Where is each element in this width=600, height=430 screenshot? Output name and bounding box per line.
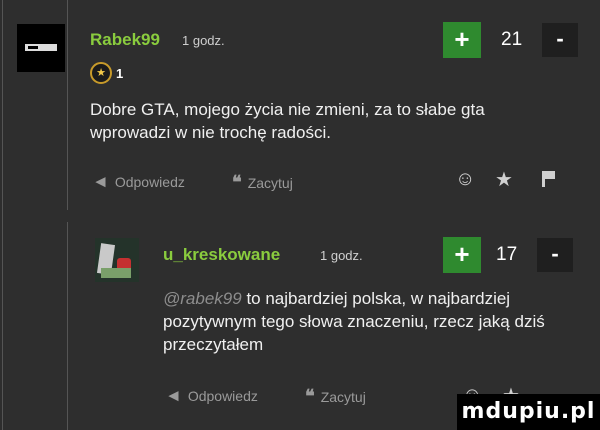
reply-button[interactable]: ◄ Odpowiedz — [165, 386, 258, 406]
username[interactable]: u_kreskowane — [163, 245, 280, 265]
reply-label: Odpowiedz — [187, 388, 258, 404]
star-icon[interactable]: ★ — [495, 167, 513, 192]
avatar-logo — [25, 44, 57, 51]
quote-label: Zacytuj — [320, 389, 366, 405]
timestamp: 1 godz. — [320, 248, 363, 263]
downvote-button[interactable]: - — [542, 23, 578, 57]
thread-line — [2, 0, 3, 430]
username[interactable]: Rabek99 — [90, 30, 160, 50]
badge-icon: ★ — [90, 62, 112, 84]
user-mention[interactable]: @rabek99 — [163, 289, 242, 308]
badge-count: 1 — [116, 66, 124, 81]
upvote-button[interactable]: + — [443, 237, 481, 273]
upvote-button[interactable]: + — [443, 22, 481, 58]
reply-label: Odpowiedz — [114, 174, 185, 190]
comment-text: Dobre GTA, mojego życia nie zmieni, za t… — [90, 100, 485, 142]
vote-count: 17 — [496, 244, 518, 265]
thread-line — [67, 222, 68, 430]
quote-button[interactable]: ❝ Zacytuj — [232, 172, 293, 193]
emoji-icon[interactable]: ☺ — [455, 168, 475, 191]
quote-label: Zacytuj — [247, 175, 293, 191]
quote-icon: ❝ — [305, 386, 315, 406]
reply-icon: ◄ — [92, 172, 109, 191]
comment-text: @rabek99 to najbardziej polska, w najbar… — [163, 287, 593, 356]
reply-button[interactable]: ◄ Odpowiedz — [92, 172, 185, 192]
timestamp: 1 godz. — [182, 33, 225, 48]
avatar[interactable] — [17, 24, 65, 72]
reply-icon: ◄ — [165, 386, 182, 405]
quote-icon: ❝ — [232, 172, 242, 192]
avatar[interactable] — [95, 238, 139, 282]
watermark: mdupiu.pl — [457, 394, 600, 430]
thread-line — [67, 0, 68, 210]
quote-button[interactable]: ❝ Zacytuj — [305, 386, 366, 407]
vote-count: 21 — [501, 29, 523, 50]
flag-icon[interactable] — [542, 171, 555, 187]
downvote-button[interactable]: - — [537, 238, 573, 272]
